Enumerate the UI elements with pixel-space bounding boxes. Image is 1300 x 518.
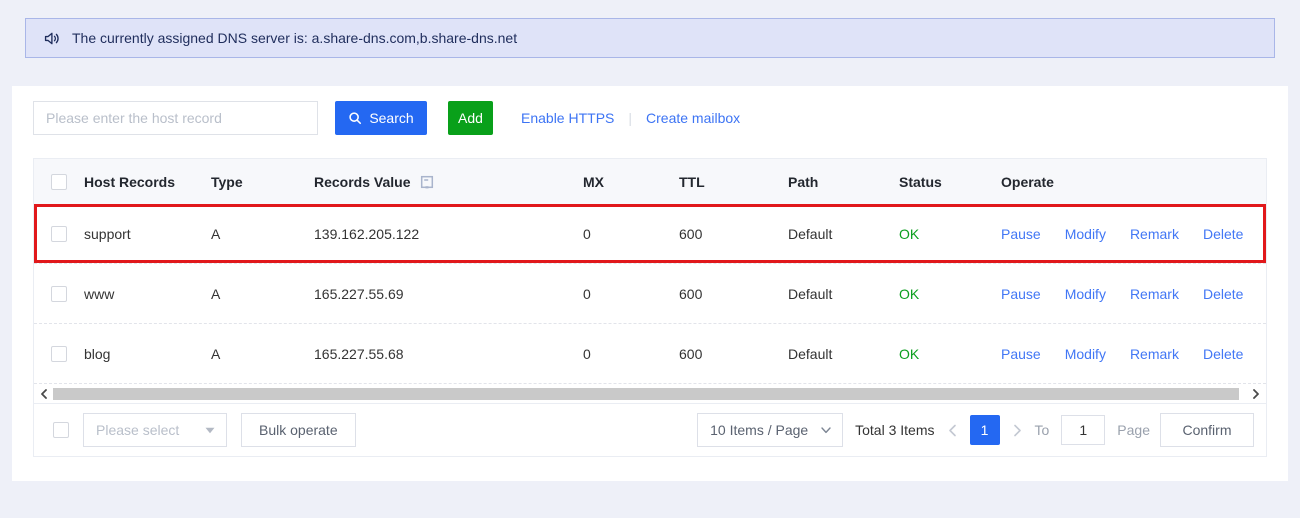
modify-link[interactable]: Modify: [1065, 286, 1106, 302]
goto-page-input[interactable]: [1061, 415, 1105, 445]
toolbar: Search Add Enable HTTPS | Create mailbox: [33, 101, 1267, 135]
header-path: Path: [788, 174, 899, 190]
cell-ttl: 600: [679, 286, 788, 302]
header-ttl: TTL: [679, 174, 788, 190]
status-badge: OK: [899, 226, 1001, 242]
cell-value: 165.227.55.69: [314, 286, 583, 302]
add-button[interactable]: Add: [448, 101, 493, 135]
remark-link[interactable]: Remark: [1130, 286, 1179, 302]
current-page-button[interactable]: 1: [970, 415, 1000, 445]
cell-type: A: [211, 346, 314, 362]
confirm-button[interactable]: Confirm: [1160, 413, 1254, 447]
next-page-icon[interactable]: [1013, 424, 1022, 437]
toolbar-divider: |: [628, 110, 632, 126]
row-checkbox-cell: [34, 286, 84, 302]
remark-link[interactable]: Remark: [1130, 346, 1179, 362]
bulk-action-select[interactable]: Please select: [83, 413, 227, 447]
search-button[interactable]: Search: [335, 101, 427, 135]
cell-ttl: 600: [679, 226, 788, 242]
cell-host: blog: [84, 346, 211, 362]
header-operate: Operate: [1001, 174, 1266, 190]
page-size-value: 10 Items / Page: [710, 422, 808, 438]
header-host-records: Host Records: [84, 174, 211, 190]
pause-link[interactable]: Pause: [1001, 226, 1041, 242]
row-actions: Pause Modify Remark Delete: [1001, 286, 1266, 302]
row-checkbox[interactable]: [51, 286, 67, 302]
header-mx: MX: [583, 174, 679, 190]
table-row: blog A 165.227.55.68 0 600 Default OK Pa…: [34, 324, 1266, 384]
modify-link[interactable]: Modify: [1065, 346, 1106, 362]
modify-link[interactable]: Modify: [1065, 226, 1106, 242]
delete-link[interactable]: Delete: [1203, 286, 1243, 302]
cell-type: A: [211, 286, 314, 302]
host-record-search-input[interactable]: [33, 101, 318, 135]
line-display-icon[interactable]: [420, 175, 434, 189]
header-status: Status: [899, 174, 1001, 190]
pagination: 10 Items / Page Total 3 Items 1 To Page …: [697, 413, 1254, 447]
status-badge: OK: [899, 346, 1001, 362]
page-size-select[interactable]: 10 Items / Page: [697, 413, 843, 447]
cell-value: 139.162.205.122: [314, 226, 583, 242]
delete-link[interactable]: Delete: [1203, 226, 1243, 242]
cell-mx: 0: [583, 346, 679, 362]
table-header-row: Host Records Type Records Value MX TTL P…: [34, 159, 1266, 204]
row-checkbox[interactable]: [51, 346, 67, 362]
horizontal-scrollbar: [34, 384, 1266, 403]
banner-text: The currently assigned DNS server is: a.…: [72, 30, 517, 46]
remark-link[interactable]: Remark: [1130, 226, 1179, 242]
table-row: www A 165.227.55.69 0 600 Default OK Pau…: [34, 264, 1266, 324]
header-type: Type: [211, 174, 314, 190]
chevron-down-icon: [205, 427, 215, 434]
chevron-down-icon: [821, 427, 831, 434]
cell-value: 165.227.55.68: [314, 346, 583, 362]
row-actions: Pause Modify Remark Delete: [1001, 346, 1266, 362]
footer-select-all-checkbox[interactable]: [53, 422, 69, 438]
goto-label: To: [1035, 422, 1050, 438]
dns-server-banner: The currently assigned DNS server is: a.…: [25, 18, 1275, 58]
cell-path: Default: [788, 346, 899, 362]
main-card: Search Add Enable HTTPS | Create mailbox…: [12, 86, 1288, 481]
status-badge: OK: [899, 286, 1001, 302]
cell-path: Default: [788, 286, 899, 302]
row-checkbox[interactable]: [51, 226, 67, 242]
scrollbar-thumb[interactable]: [53, 388, 1239, 400]
row-actions: Pause Modify Remark Delete: [1001, 226, 1266, 242]
cell-mx: 0: [583, 286, 679, 302]
search-icon: [348, 111, 362, 125]
total-items-label: Total 3 Items: [855, 422, 934, 438]
cell-type: A: [211, 226, 314, 242]
scroll-left-icon[interactable]: [37, 386, 51, 402]
cell-host: support: [84, 226, 211, 242]
table-row: support A 139.162.205.122 0 600 Default …: [34, 204, 1266, 264]
row-checkbox-cell: [34, 346, 84, 362]
table-footer: Please select Bulk operate 10 Items / Pa…: [34, 403, 1266, 456]
delete-link[interactable]: Delete: [1203, 346, 1243, 362]
dns-records-table: Host Records Type Records Value MX TTL P…: [33, 158, 1267, 457]
cell-host: www: [84, 286, 211, 302]
header-records-value-label: Records Value: [314, 174, 411, 190]
pause-link[interactable]: Pause: [1001, 346, 1041, 362]
scroll-right-icon[interactable]: [1249, 386, 1263, 402]
select-all-checkbox[interactable]: [51, 174, 67, 190]
enable-https-link[interactable]: Enable HTTPS: [521, 110, 614, 126]
page-label: Page: [1117, 422, 1150, 438]
cell-ttl: 600: [679, 346, 788, 362]
header-records-value: Records Value: [314, 174, 583, 190]
row-checkbox-cell: [34, 226, 84, 242]
header-checkbox-cell: [34, 174, 84, 190]
create-mailbox-link[interactable]: Create mailbox: [646, 110, 740, 126]
pause-link[interactable]: Pause: [1001, 286, 1041, 302]
bulk-operate-button[interactable]: Bulk operate: [241, 413, 356, 447]
speaker-icon: [42, 29, 61, 48]
cell-mx: 0: [583, 226, 679, 242]
cell-path: Default: [788, 226, 899, 242]
bulk-select-placeholder: Please select: [96, 422, 179, 438]
search-button-label: Search: [369, 110, 413, 126]
prev-page-icon[interactable]: [948, 424, 957, 437]
